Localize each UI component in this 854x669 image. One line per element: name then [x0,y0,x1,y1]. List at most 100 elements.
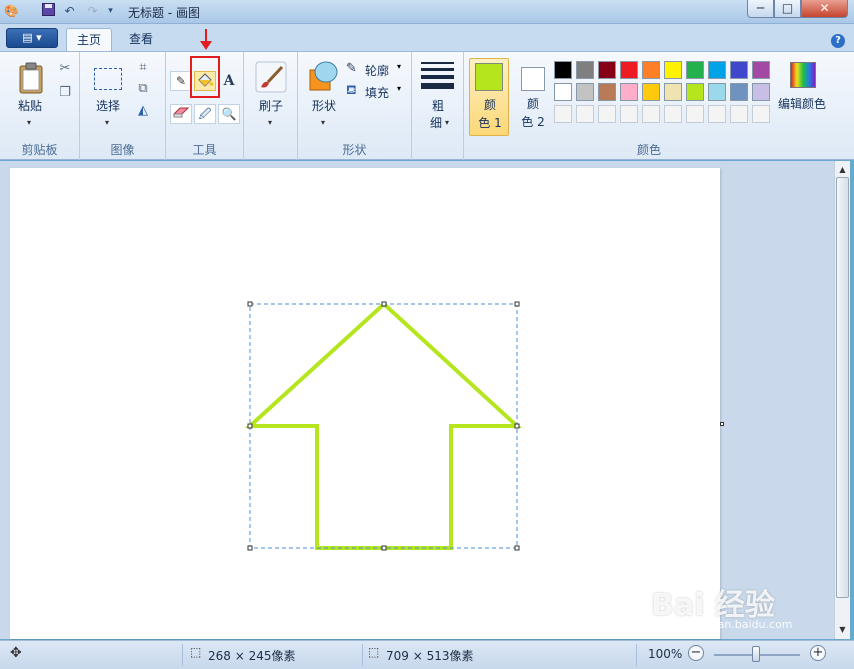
shapes-button[interactable]: 形状 ▾ [304,58,344,138]
magnifier-icon: 🔍 [221,107,237,121]
palette-swatch[interactable] [576,105,594,123]
crop-icon[interactable]: ⌗ [134,59,152,77]
redo-icon[interactable]: ↷ [84,3,101,20]
size-label-line2: 细 [429,116,442,130]
paint-window: 🎨 ↶ ↷ ▾ 无标题 - 画图 ─ □ ✕ ▤ ▾ 主页 查看 ? 粘贴 ▾ … [0,0,854,669]
tab-view[interactable]: 查看 [118,28,164,52]
color1-label-line2: 色 1 [478,116,502,130]
palette-swatch[interactable] [708,61,726,79]
color2-button[interactable]: 颜 色 2 [513,58,553,136]
zoom-in-button[interactable]: + [810,645,826,661]
palette-swatch[interactable] [620,105,638,123]
pencil-icon: ✎ [175,74,187,88]
palette-swatch[interactable] [730,61,748,79]
palette-swatch[interactable] [554,105,572,123]
brushes-button[interactable]: 刷子 ▾ [250,58,292,138]
outline-icon: ✎ [346,61,357,76]
palette-swatch[interactable] [576,61,594,79]
select-button[interactable]: 选择 ▾ [88,58,128,136]
paint-logo-icon[interactable]: 🎨 [3,3,20,20]
shapes-group-label: 形状 [342,143,367,157]
copy-icon[interactable]: ❐ [56,84,74,102]
palette-swatch[interactable] [664,61,682,79]
palette-swatch[interactable] [554,61,572,79]
color-palette [554,61,776,127]
palette-swatch[interactable] [642,83,660,101]
dropdown-icon[interactable]: ▾ [102,3,119,20]
save-icon[interactable] [40,3,57,20]
ribbon: 粘贴 ▾ ✂ ❐ 剪贴板 选择 ▾ ⌗ ⧉ ◭ 图像 ✎ A 🖉 🔍 工具 刷子… [0,29,854,160]
palette-swatch[interactable] [708,105,726,123]
chevron-down-icon: ▾ [268,118,273,127]
select-rect-icon [94,68,122,90]
zoom-out-button[interactable]: − [688,645,704,661]
color1-button[interactable]: 颜 色 1 [469,58,509,136]
palette-swatch[interactable] [554,83,572,101]
canvas-resize-handle[interactable] [720,422,724,426]
title-bar: 🎨 ↶ ↷ ▾ 无标题 - 画图 ─ □ ✕ [0,0,854,24]
line-width-icon [421,62,454,89]
move-cursor-icon: ✥ [10,645,22,661]
outline-button[interactable]: ✎ 轮廓 ▾ [346,60,406,80]
palette-swatch[interactable] [664,83,682,101]
color2-label-line2: 色 2 [521,115,545,129]
palette-swatch[interactable] [664,105,682,123]
outline-label: 轮廓 [365,64,390,78]
chevron-down-icon: ▾ [445,118,450,127]
brushes-group: 刷子 ▾ [244,52,298,160]
chevron-down-icon: ▾ [27,118,32,127]
palette-swatch[interactable] [620,83,638,101]
drawing-canvas[interactable] [10,168,720,639]
palette-swatch[interactable] [642,105,660,123]
fill-shape-button[interactable]: ⛾ 填充 ▾ [346,82,406,102]
palette-swatch[interactable] [686,105,704,123]
scrollbar-thumb[interactable] [836,177,849,598]
color-picker-tool-button[interactable]: 🖉 [194,104,216,124]
undo-icon[interactable]: ↶ [61,3,78,20]
scroll-up-icon[interactable]: ▲ [836,163,849,176]
pencil-tool-button[interactable]: ✎ [170,71,192,91]
palette-swatch[interactable] [642,61,660,79]
palette-swatch[interactable] [686,61,704,79]
edit-colors-button[interactable]: 编辑颜色 [774,58,830,138]
cut-icon[interactable]: ✂ [56,60,74,78]
shapes-label: 形状 [311,99,336,113]
palette-swatch[interactable] [598,61,616,79]
selection-size-icon: ⬚ [190,645,202,659]
zoom-slider-thumb[interactable] [752,646,760,662]
text-tool-button[interactable]: A [218,71,240,91]
eraser-tool-button[interactable] [170,104,192,124]
rotate-icon[interactable]: ◭ [134,102,152,120]
resize-icon[interactable]: ⧉ [134,80,152,98]
up-arrow-shape [244,301,523,550]
chevron-down-icon: ▾ [321,118,326,127]
image-group: 选择 ▾ ⌗ ⧉ ◭ 图像 [80,52,166,160]
maximize-button[interactable]: □ [774,0,801,18]
palette-swatch[interactable] [730,83,748,101]
annotation-arrowhead [200,41,212,50]
palette-swatch[interactable] [730,105,748,123]
palette-swatch[interactable] [598,105,616,123]
tab-home[interactable]: 主页 [66,28,112,52]
palette-swatch[interactable] [752,105,770,123]
palette-swatch[interactable] [752,61,770,79]
close-button[interactable]: ✕ [801,0,848,18]
palette-swatch[interactable] [686,83,704,101]
scroll-down-icon[interactable]: ▼ [836,623,849,636]
palette-swatch[interactable] [620,61,638,79]
palette-swatch[interactable] [752,83,770,101]
image-size-icon: ⬚ [368,645,380,659]
paste-button[interactable]: 粘贴 ▾ [10,58,50,136]
app-menu-button[interactable]: ▤ ▾ [6,28,58,48]
minimize-button[interactable]: ─ [747,0,774,18]
palette-swatch[interactable] [576,83,594,101]
clipboard-group-label: 剪贴板 [21,143,58,157]
magnifier-tool-button[interactable]: 🔍 [218,104,240,124]
help-icon[interactable]: ? [831,34,845,48]
palette-swatch[interactable] [598,83,616,101]
palette-swatch[interactable] [708,83,726,101]
selection-size: 268 × 245像素 [208,649,296,663]
shapes-group: 形状 ▾ ✎ 轮廓 ▾ ⛾ 填充 ▾ 形状 [298,52,412,160]
vertical-scrollbar[interactable]: ▲ ▼ [834,161,850,639]
size-button[interactable]: 粗 细 ▾ [418,58,458,138]
